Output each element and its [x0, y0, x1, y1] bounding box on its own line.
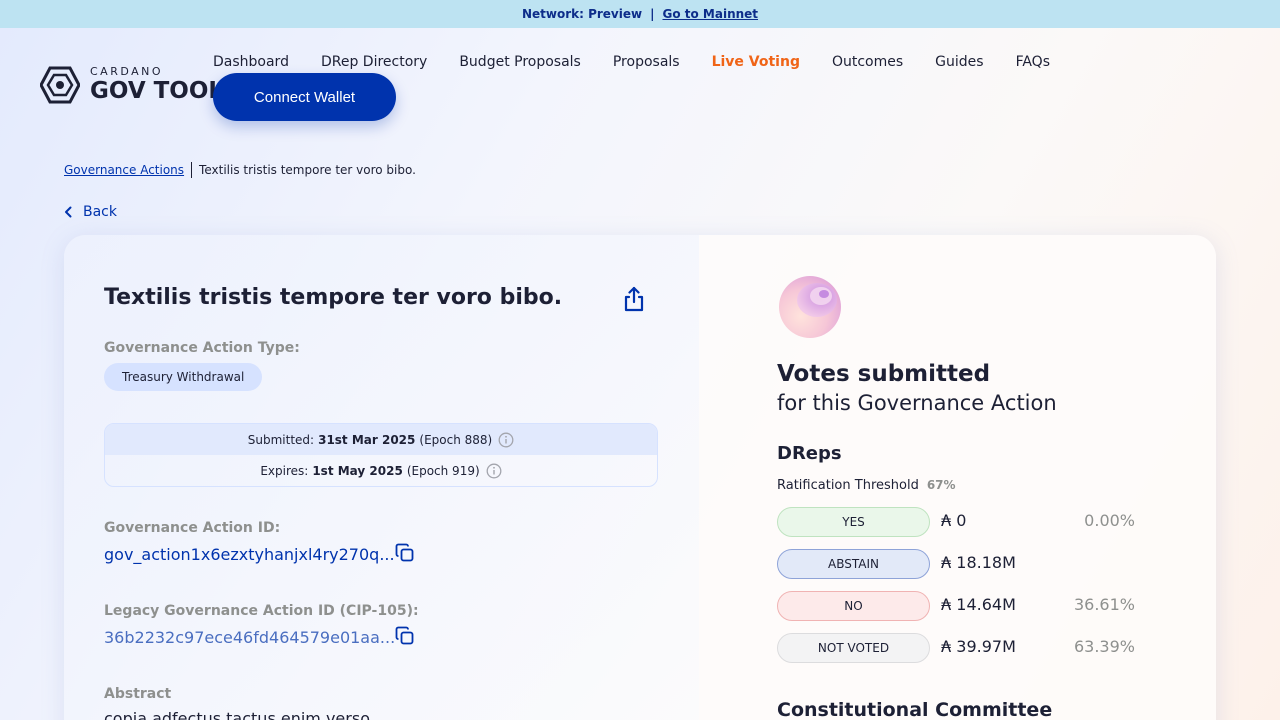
submitted-epoch: (Epoch 888) — [419, 432, 493, 447]
vote-row-yes: YES ₳ 0 0.00% — [777, 507, 1137, 537]
go-to-mainnet-link[interactable]: Go to Mainnet — [662, 7, 758, 21]
vote-row-abstain: ABSTAIN ₳ 18.18M — [777, 549, 1137, 579]
vote-abstain-amount: ₳ 18.18M — [941, 553, 1016, 572]
votes-panel: Votes submitted for this Governance Acti… — [699, 235, 1216, 720]
action-dates-box: Submitted: 31st Mar 2025 (Epoch 888) Exp… — [104, 423, 658, 487]
copy-icon[interactable] — [395, 543, 415, 563]
nav-guides[interactable]: Guides — [935, 52, 983, 72]
legacy-id-label: Legacy Governance Action ID (CIP-105): — [104, 603, 419, 619]
vote-abstain-pill: ABSTAIN — [777, 549, 930, 579]
vote-yes-pill: YES — [777, 507, 930, 537]
threshold-value: 67% — [926, 478, 956, 492]
votes-title: Votes submitted — [777, 361, 991, 387]
logo-cardano-text: CARDANO — [90, 65, 164, 78]
nav-proposals[interactable]: Proposals — [613, 52, 680, 72]
abstract-text: copia adfectus tactus enim verso — [104, 709, 370, 720]
nav-outcomes[interactable]: Outcomes — [832, 52, 903, 72]
threshold-label: Ratification Threshold — [777, 478, 919, 493]
governance-action-card: Textilis tristis tempore ter voro bibo. … — [64, 235, 1216, 720]
breadcrumb: Governance Actions Textilis tristis temp… — [64, 162, 416, 178]
back-label: Back — [83, 204, 117, 220]
vote-row-no: NO ₳ 14.64M 36.61% — [777, 591, 1137, 621]
expires-row: Expires: 1st May 2025 (Epoch 919) — [105, 455, 657, 486]
nav-budget-proposals[interactable]: Budget Proposals — [459, 52, 581, 72]
expires-label: Expires: — [260, 463, 309, 478]
nav-dashboard[interactable]: Dashboard — [213, 52, 289, 72]
copy-icon[interactable] — [395, 626, 415, 646]
vote-yes-amount: ₳ 0 — [941, 511, 967, 530]
vote-not-voted-pill: NOT VOTED — [777, 633, 930, 663]
nav-live-voting[interactable]: Live Voting — [712, 52, 800, 72]
submitted-date: 31st Mar 2025 — [318, 432, 416, 447]
nav-drep-directory[interactable]: DRep Directory — [321, 52, 427, 72]
vote-no-amount: ₳ 14.64M — [941, 595, 1016, 614]
vote-yes-percent: 0.00% — [1084, 511, 1135, 530]
logo-govtool-text: GOV TOOL — [90, 78, 224, 104]
chevron-left-icon — [65, 206, 72, 218]
breadcrumb-governance-actions-link[interactable]: Governance Actions — [64, 163, 184, 177]
network-banner: Network: Preview | Go to Mainnet — [0, 0, 1280, 28]
votes-orb-illustration-icon — [779, 276, 841, 338]
cardano-hexagon-logo-icon — [40, 66, 80, 104]
submitted-row: Submitted: 31st Mar 2025 (Epoch 888) — [105, 424, 657, 455]
ratification-threshold: Ratification Threshold 67% — [777, 478, 956, 493]
expires-epoch: (Epoch 919) — [406, 463, 480, 478]
share-icon[interactable] — [621, 285, 647, 313]
info-icon[interactable] — [486, 463, 502, 479]
action-id-label: Governance Action ID: — [104, 520, 281, 536]
vote-not-voted-amount: ₳ 39.97M — [941, 637, 1016, 656]
vote-row-not-voted: NOT VOTED ₳ 39.97M 63.39% — [777, 633, 1137, 663]
connect-wallet-button[interactable]: Connect Wallet — [213, 73, 396, 121]
banner-separator: | — [650, 7, 655, 21]
vote-not-voted-percent: 63.39% — [1073, 637, 1135, 656]
votes-subtitle: for this Governance Action — [777, 391, 1057, 415]
expires-date: 1st May 2025 — [312, 463, 403, 478]
action-type-badge: Treasury Withdrawal — [104, 363, 263, 391]
back-button[interactable]: Back — [64, 204, 117, 220]
nav-faqs[interactable]: FAQs — [1016, 52, 1050, 72]
vote-no-pill: NO — [777, 591, 930, 621]
action-details-panel: Textilis tristis tempore ter voro bibo. … — [64, 235, 699, 720]
vote-no-percent: 36.61% — [1073, 595, 1135, 614]
govtool-logo[interactable]: CARDANO GOV TOOL — [40, 66, 223, 104]
dreps-heading: DReps — [777, 443, 842, 464]
submitted-label: Submitted: — [247, 432, 315, 447]
action-id-value[interactable]: gov_action1x6ezxtyhanjxl4ry270q... — [104, 545, 395, 564]
action-type-label: Governance Action Type: — [104, 340, 300, 356]
constitutional-committee-heading: Constitutional Committee — [777, 699, 1053, 720]
governance-action-title: Textilis tristis tempore ter voro bibo. — [104, 285, 563, 310]
main-nav: Dashboard DRep Directory Budget Proposal… — [213, 52, 1082, 72]
info-icon[interactable] — [498, 432, 514, 448]
abstract-label: Abstract — [104, 686, 172, 702]
network-label: Network: Preview — [521, 7, 643, 21]
legacy-id-value[interactable]: 36b2232c97ece46fd464579e01aa... — [104, 628, 395, 647]
breadcrumb-current: Textilis tristis tempore ter voro bibo. — [199, 163, 416, 177]
breadcrumb-divider — [191, 162, 193, 178]
